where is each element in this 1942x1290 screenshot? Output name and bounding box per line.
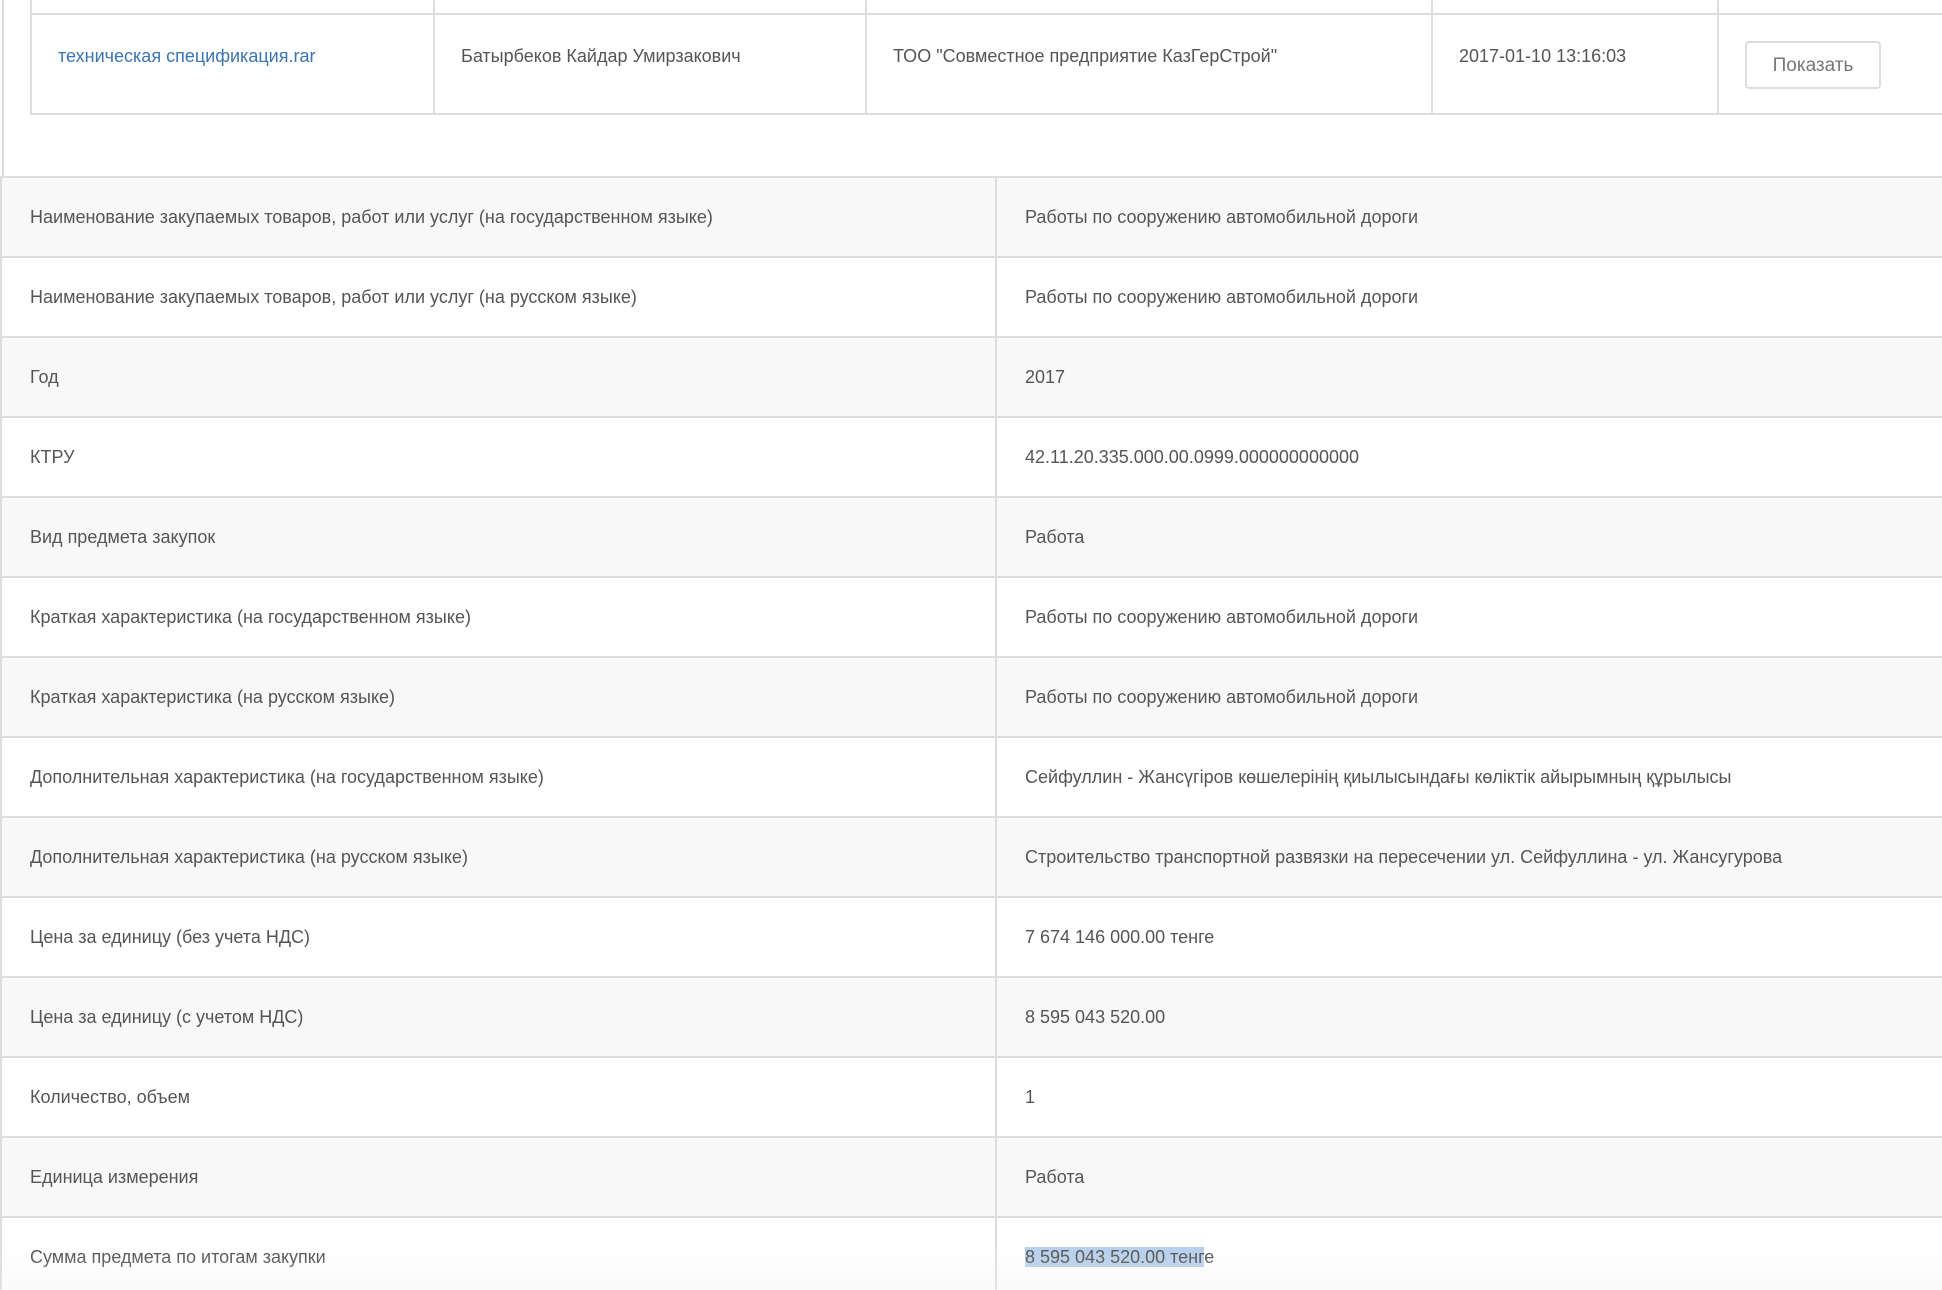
detail-label: КТРУ (0, 416, 997, 498)
action-cell: Показать (1717, 13, 1942, 115)
detail-row: Год 2017 (0, 336, 1942, 418)
detail-label: Дополнительная характеристика (на русско… (0, 816, 997, 898)
detail-row: Наименование закупаемых товаров, работ и… (0, 256, 1942, 338)
detail-value: 1 (995, 1056, 1942, 1138)
detail-label: Краткая характеристика (на государственн… (0, 576, 997, 658)
detail-value: 8 595 043 520.00 (995, 976, 1942, 1058)
detail-value: Работы по сооружению автомобильной дорог… (995, 256, 1942, 338)
detail-row: Цена за единицу (с учетом НДС) 8 595 043 … (0, 976, 1942, 1058)
detail-row: Единица измерения Работа (0, 1136, 1942, 1218)
unselected-text: е (1204, 1246, 1215, 1267)
detail-value: Работы по сооружению автомобильной дорог… (995, 656, 1942, 738)
detail-row: Дополнительная характеристика (на госуда… (0, 736, 1942, 818)
table-row (30, 0, 1942, 15)
file-name-cell: техническая спецификация.rar (30, 13, 435, 115)
table-row: техническая спецификация.rar Батырбеков … (30, 13, 1942, 115)
detail-value: Работы по сооружению автомобильной дорог… (995, 576, 1942, 658)
detail-value: 2017 (995, 336, 1942, 418)
detail-label: Краткая характеристика (на русском языке… (0, 656, 997, 738)
detail-value: Строительство транспортной развязки на п… (995, 816, 1942, 898)
detail-label: Цена за единицу (с учетом НДС) (0, 976, 997, 1058)
detail-value: 7 674 146 000.00 тенге (995, 896, 1942, 978)
detail-row: КТРУ 42.11.20.335.000.00.0999.00000000000… (0, 416, 1942, 498)
detail-row: Дополнительная характеристика (на русско… (0, 816, 1942, 898)
organization-cell: ТОО "Совместное предприятие КазГерСтрой" (865, 13, 1433, 115)
detail-label: Единица измерения (0, 1136, 997, 1218)
detail-value: Работа (995, 496, 1942, 578)
detail-row: Вид предмета закупок Работа (0, 496, 1942, 578)
detail-row: Краткая характеристика (на русском языке… (0, 656, 1942, 738)
details-table: Наименование закупаемых товаров, работ и… (0, 176, 1942, 1290)
detail-row: Количество, объем 1 (0, 1056, 1942, 1138)
detail-value-total: 8 595 043 520.00 тенге (995, 1216, 1942, 1290)
selected-text: 8 595 043 520.00 тенг (1025, 1246, 1205, 1267)
show-button[interactable]: Показать (1745, 41, 1881, 89)
detail-label: Дополнительная характеристика (на госуда… (0, 736, 997, 818)
detail-label: Год (0, 336, 997, 418)
date-cell: 2017-01-10 13:16:03 (1431, 13, 1719, 115)
files-table: техническая спецификация.rar Батырбеков … (30, 0, 1942, 115)
detail-label: Количество, объем (0, 1056, 997, 1138)
upload-date-text: 2017-01-10 13:16:03 (1459, 46, 1627, 66)
detail-label: Вид предмета закупок (0, 496, 997, 578)
file-download-link[interactable]: техническая спецификация.rar (58, 46, 315, 66)
uploaded-by-cell: Батырбеков Кайдар Умирзакович (433, 13, 867, 115)
detail-value: Сейфуллин - Жансүгіров көшелерінің қиылы… (995, 736, 1942, 818)
detail-value: Работы по сооружению автомобильной дорог… (995, 176, 1942, 258)
procurement-details-page: техническая спецификация.rar Батырбеков … (0, 0, 1942, 1290)
detail-label: Наименование закупаемых товаров, работ и… (0, 176, 997, 258)
detail-value: Работа (995, 1136, 1942, 1218)
detail-label: Цена за единицу (без учета НДС) (0, 896, 997, 978)
detail-row-total: Сумма предмета по итогам закупки 8 595 0… (0, 1216, 1942, 1290)
detail-row: Цена за единицу (без учета НДС) 7 674 146… (0, 896, 1942, 978)
detail-row: Наименование закупаемых товаров, работ и… (0, 176, 1942, 258)
detail-label: Сумма предмета по итогам закупки (0, 1216, 997, 1290)
detail-value: 42.11.20.335.000.00.0999.000000000000 (995, 416, 1942, 498)
organization-text: ТОО "Совместное предприятие КазГерСтрой" (893, 46, 1278, 66)
uploaded-by-text: Батырбеков Кайдар Умирзакович (461, 46, 741, 66)
detail-label: Наименование закупаемых товаров, работ и… (0, 256, 997, 338)
detail-row: Краткая характеристика (на государственн… (0, 576, 1942, 658)
